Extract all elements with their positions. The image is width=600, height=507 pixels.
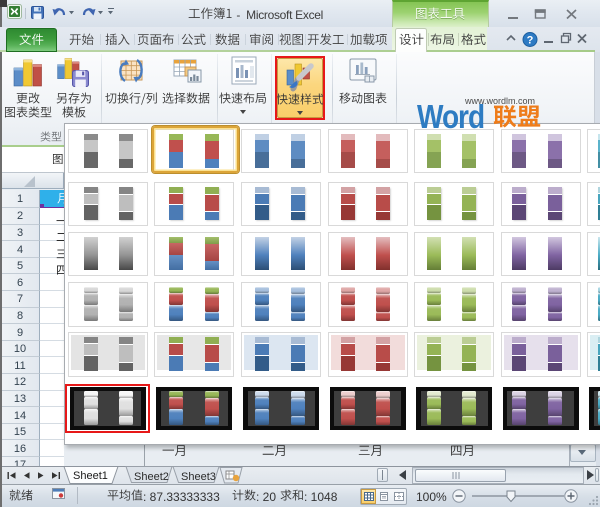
svg-text:?: ?: [527, 35, 534, 47]
